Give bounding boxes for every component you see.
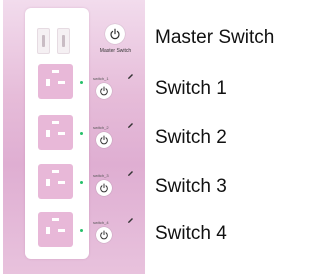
socket-3	[38, 164, 73, 199]
socket-live-pin	[46, 179, 50, 186]
socket-4-led	[80, 229, 83, 232]
switch-1-label: Switch 1	[155, 78, 227, 99]
master-switch-small-label: Master Switch	[99, 48, 132, 54]
socket-live-pin	[46, 79, 50, 86]
switch-4-small-label: switch_4	[93, 220, 109, 225]
socket-4	[38, 212, 73, 247]
power-strip-panel	[3, 0, 145, 274]
socket-neutral-pin	[58, 181, 65, 184]
pencil-icon[interactable]	[127, 122, 134, 129]
socket-live-pin	[46, 227, 50, 234]
socket-2-led	[80, 132, 83, 135]
master-switch-label: Master Switch	[155, 27, 275, 48]
socket-3-led	[80, 181, 83, 184]
socket-1-led	[80, 81, 83, 84]
socket-earth-pin	[52, 70, 59, 73]
power-icon	[100, 86, 108, 96]
usb-ports	[37, 26, 73, 56]
power-icon	[100, 135, 108, 145]
pencil-icon[interactable]	[127, 217, 134, 224]
socket-2	[38, 115, 73, 150]
usb-port-icon	[37, 28, 50, 54]
socket-neutral-pin	[58, 81, 65, 84]
pencil-icon[interactable]	[127, 170, 134, 177]
switch-4-label: Switch 4	[155, 223, 227, 244]
socket-neutral-pin	[58, 132, 65, 135]
master-power-button[interactable]	[105, 24, 125, 44]
socket-live-pin	[46, 130, 50, 137]
power-icon	[110, 28, 120, 40]
power-icon	[100, 183, 108, 193]
switch-1-power-button[interactable]	[96, 83, 112, 99]
switch-2-power-button[interactable]	[96, 132, 112, 148]
switch-1-small-label: switch_1	[93, 76, 109, 81]
socket-earth-pin	[52, 218, 59, 221]
switch-4-power-button[interactable]	[96, 227, 112, 243]
usb-port-icon	[57, 28, 70, 54]
switch-2-label: Switch 2	[155, 127, 227, 148]
power-strip	[25, 8, 89, 259]
socket-1	[38, 64, 73, 99]
socket-earth-pin	[52, 121, 59, 124]
socket-neutral-pin	[58, 229, 65, 232]
switch-3-power-button[interactable]	[96, 180, 112, 196]
switch-3-label: Switch 3	[155, 176, 227, 197]
switch-3-small-label: switch_3	[93, 173, 109, 178]
pencil-icon[interactable]	[127, 73, 134, 80]
socket-earth-pin	[52, 170, 59, 173]
switch-2-small-label: switch_2	[93, 125, 109, 130]
power-icon	[100, 230, 108, 240]
